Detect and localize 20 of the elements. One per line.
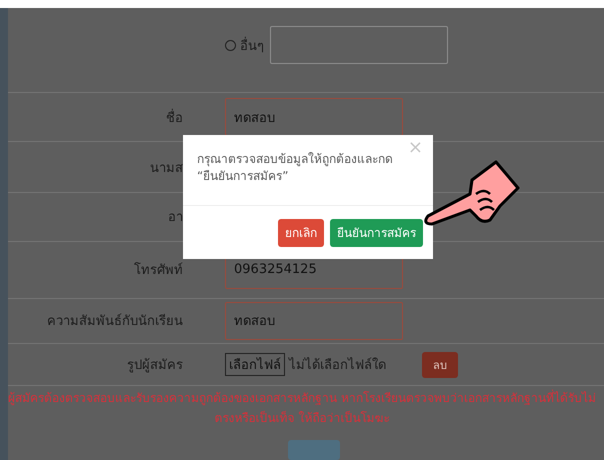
field-label: ชื่อ: [166, 108, 183, 128]
input-field[interactable]: ทดสอบ: [225, 302, 403, 340]
close-icon[interactable]: ×: [408, 137, 423, 158]
radio-button[interactable]: [225, 40, 236, 50]
choose-file-button[interactable]: เลือกไฟล์: [225, 353, 285, 376]
field-label: ความสัมพันธ์กับนักเรียน: [47, 312, 183, 332]
delete-button[interactable]: ลบ: [422, 352, 458, 378]
radio-label: อื่นๆ: [240, 36, 264, 56]
field-label: อา: [168, 209, 183, 228]
field-label: รูปผู้สมัคร: [127, 357, 183, 376]
input-field[interactable]: ทดสอบ: [225, 98, 403, 136]
dialog-message: กรุณาตรวจสอบข้อมูลให้ถูกต้องและกด “ยืนยันการสมัคร”: [197, 151, 394, 185]
file-status: ไม่ได้เลือกไฟล์ใด: [289, 356, 386, 376]
other-input-field[interactable]: [270, 26, 448, 64]
field-label: โทรศัพท์: [134, 261, 183, 280]
notice-text: ผู้สมัครต้องตรวจสอบและรับรองความถูกต้องของเอกสารหลักฐาน หากโรงเรียนตรวจพบว่าเอกสารหลักฐานที่ได้รับไม่ตรงหรือเป็นเท็จ ให้ถือว่าเป็นโมฆะ: [8, 388, 596, 428]
confirm-button[interactable]: ยืนยันการสมัคร: [330, 218, 423, 246]
cancel-button[interactable]: ยกเลิก: [278, 218, 324, 246]
field-label: นามส: [150, 160, 183, 178]
button[interactable]: [288, 440, 340, 460]
